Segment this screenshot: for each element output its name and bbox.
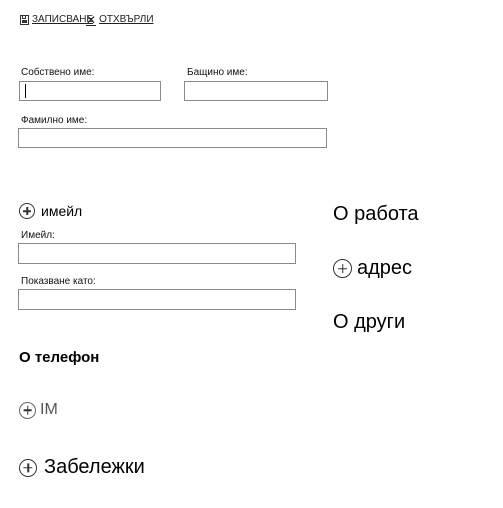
text-caret [25,84,26,98]
address-section-label: адрес [357,257,413,279]
notes-section-label: Забележки [44,456,145,478]
notes-section-toggle[interactable]: Забележки [19,456,145,479]
phone-section-label: О телефон [19,349,100,366]
first-name-label: Собствено име: [21,67,95,78]
im-section-label: IM [40,401,58,418]
middle-name-label: Бащино име: [187,67,248,78]
save-icon [20,14,29,25]
display-as-label: Показване като: [21,276,96,287]
add-circle-icon [19,401,36,419]
email-field[interactable] [18,243,296,264]
work-section-label: О работа [333,203,419,225]
middle-name-field[interactable] [184,81,328,101]
other-section-toggle[interactable]: О други [333,311,405,334]
email-section-label: имейл [41,203,83,219]
email-label: Имейл: [21,230,55,241]
last-name-label: Фамилно име: [21,115,88,126]
add-circle-icon [333,259,352,278]
cancel-button[interactable]: ✕ ОТХВЪРЛИ [86,12,154,27]
add-circle-icon [19,458,37,477]
phone-section-toggle[interactable]: О телефон [19,349,99,366]
close-icon: ✕ [86,12,97,27]
first-name-field[interactable] [19,81,161,101]
add-circle-icon [19,203,35,219]
save-button[interactable]: ЗАПИСВАНЕ [20,14,93,25]
work-section-toggle[interactable]: О работа [333,203,419,226]
im-section-toggle[interactable]: IM [19,401,58,419]
address-section-toggle[interactable]: адрес [333,257,412,280]
cancel-label: ОТХВЪРЛИ [99,14,154,25]
display-as-field[interactable] [18,289,296,310]
last-name-field[interactable] [18,128,327,148]
other-section-label: О други [333,311,406,333]
save-label: ЗАПИСВАНЕ [32,14,94,25]
email-section-toggle[interactable]: имейл [19,203,82,219]
